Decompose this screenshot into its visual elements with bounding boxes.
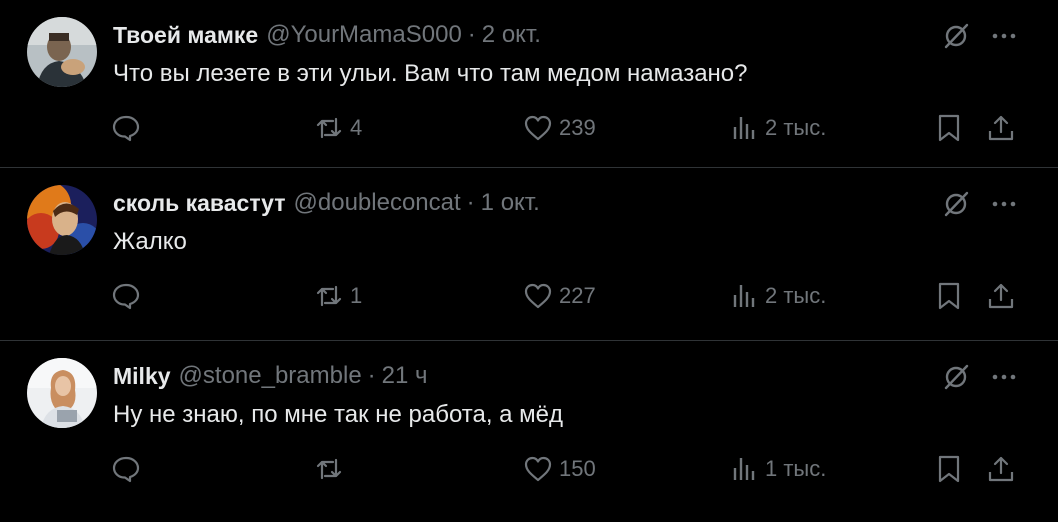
avatar-image (27, 17, 97, 87)
views-count: 2 тыс. (765, 283, 827, 308)
repost-icon (316, 458, 342, 480)
like-count: 239 (559, 115, 596, 140)
like-button[interactable]: 150 (523, 451, 596, 487)
views-count: 2 тыс. (765, 115, 827, 140)
separator: · (467, 21, 476, 48)
action-bar: 1 227 2 тыс. (0, 278, 1058, 314)
reply-icon (112, 115, 140, 142)
heart-icon (524, 456, 552, 482)
avatar-image (27, 358, 97, 428)
post-text: Жалко (113, 228, 187, 255)
repost-count: 4 (350, 115, 363, 140)
like-count: 150 (559, 456, 596, 481)
bookmark-button[interactable] (934, 278, 964, 314)
more-icon[interactable] (988, 361, 1020, 393)
post-time[interactable]: 1 окт. (481, 189, 540, 217)
repost-button[interactable] (314, 451, 350, 487)
views-button[interactable]: 2 тыс. (729, 110, 826, 146)
author-name[interactable]: сколь кавастут (113, 190, 286, 217)
repost-button[interactable]: 4 (314, 110, 362, 146)
repost-icon (316, 285, 342, 307)
action-bar: 4 239 2 тыс. (0, 110, 1058, 146)
share-button[interactable] (986, 451, 1016, 487)
post[interactable]: Milky @stone_bramble · 21 ч Ну не знаю, … (0, 341, 1058, 522)
more-icon[interactable] (988, 20, 1020, 52)
action-bar: 150 1 тыс. (0, 451, 1058, 487)
avatar[interactable] (27, 185, 97, 255)
avatar[interactable] (27, 358, 97, 428)
heart-icon (524, 283, 552, 309)
views-button[interactable]: 2 тыс. (729, 278, 826, 314)
analytics-icon (733, 458, 755, 480)
grok-icon[interactable] (940, 188, 972, 220)
author-handle[interactable]: @doubleconcat (294, 189, 461, 217)
like-count: 227 (559, 283, 596, 308)
author-name[interactable]: Твоей мамке (113, 22, 258, 49)
bookmark-icon (938, 455, 960, 483)
post-time[interactable]: 21 ч (382, 362, 428, 390)
post-header: сколь кавастут @doubleconcat · 1 окт. (113, 188, 540, 218)
bookmark-icon (938, 282, 960, 310)
reply-button[interactable] (111, 451, 147, 487)
repost-icon (316, 117, 342, 139)
share-icon (988, 456, 1014, 482)
reply-icon (112, 456, 140, 483)
like-button[interactable]: 227 (523, 278, 596, 314)
views-count: 1 тыс. (765, 456, 827, 481)
post-time[interactable]: 2 окт. (482, 21, 541, 49)
post-header: Твоей мамке @YourMamaS000 · 2 окт. (113, 20, 541, 50)
reply-feed: Твоей мамке @YourMamaS000 · 2 окт. Что в… (0, 0, 1058, 522)
post[interactable]: сколь кавастут @doubleconcat · 1 окт. Жа… (0, 168, 1058, 341)
more-icon[interactable] (988, 188, 1020, 220)
post-text: Ну не знаю, по мне так не работа, а мёд (113, 401, 564, 428)
avatar[interactable] (27, 17, 97, 87)
share-button[interactable] (986, 110, 1016, 146)
grok-icon[interactable] (940, 20, 972, 52)
reply-button[interactable] (111, 278, 147, 314)
author-handle[interactable]: @YourMamaS000 (266, 21, 462, 49)
reply-icon (112, 283, 140, 310)
repost-button[interactable]: 1 (314, 278, 362, 314)
post-header: Milky @stone_bramble · 21 ч (113, 361, 428, 391)
repost-count: 1 (350, 283, 363, 308)
analytics-icon (733, 285, 755, 307)
separator: · (367, 362, 376, 389)
post[interactable]: Твоей мамке @YourMamaS000 · 2 окт. Что в… (0, 0, 1058, 168)
share-button[interactable] (986, 278, 1016, 314)
avatar-image (27, 185, 97, 255)
heart-icon (524, 115, 552, 141)
reply-button[interactable] (111, 110, 147, 146)
views-button[interactable]: 1 тыс. (729, 451, 826, 487)
author-handle[interactable]: @stone_bramble (179, 362, 362, 390)
post-text: Что вы лезете в эти ульи. Вам что там ме… (113, 60, 748, 87)
bookmark-button[interactable] (934, 451, 964, 487)
separator: · (466, 189, 475, 216)
bookmark-icon (938, 114, 960, 142)
analytics-icon (733, 117, 755, 139)
grok-icon[interactable] (940, 361, 972, 393)
share-icon (988, 115, 1014, 141)
like-button[interactable]: 239 (523, 110, 596, 146)
share-icon (988, 283, 1014, 309)
author-name[interactable]: Milky (113, 363, 171, 390)
bookmark-button[interactable] (934, 110, 964, 146)
